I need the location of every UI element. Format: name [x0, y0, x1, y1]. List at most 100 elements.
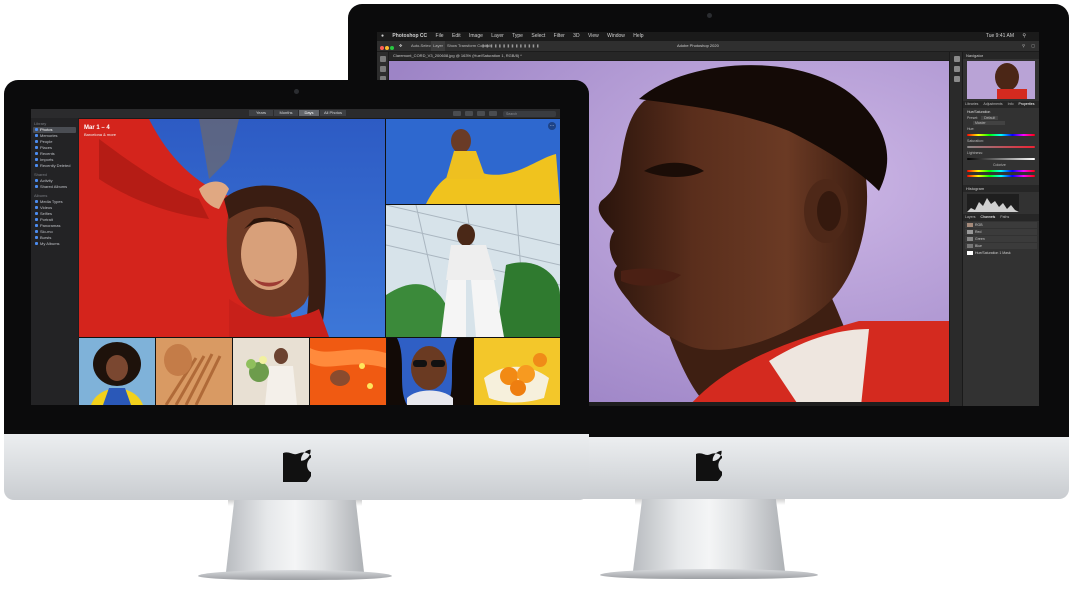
tab-months[interactable]: Months [274, 110, 298, 116]
move-tool-icon[interactable] [379, 56, 386, 62]
tab-channels[interactable]: Channels [981, 215, 996, 219]
menu-edit[interactable]: Edit [452, 33, 461, 39]
minimize-button[interactable] [385, 46, 390, 50]
photos-sidebar: Library Photos Memories People Places Recents… [31, 118, 78, 405]
navigator-panel-title[interactable]: Navigator [963, 52, 1039, 59]
channel-name: Blue [975, 244, 983, 248]
photos-toolbar: Years Months Days All Photos Search [31, 109, 560, 124]
sidebar-item-icon [35, 158, 38, 161]
photo-tile[interactable] [156, 338, 232, 405]
photo-greenhouse [386, 205, 560, 337]
menu-filter[interactable]: Filter [554, 33, 565, 39]
menu-file[interactable]: File [436, 33, 444, 39]
master-dropdown[interactable]: Master [973, 121, 1005, 125]
photo-tile[interactable] [474, 338, 560, 405]
menu-help[interactable]: Help [633, 33, 643, 39]
history-panel-icon[interactable] [953, 56, 960, 62]
sidebar-item-label: Recents [40, 151, 55, 156]
menu-window[interactable]: Window [607, 33, 625, 39]
saturation-slider[interactable] [967, 146, 1035, 148]
imac-right-foot [600, 569, 818, 579]
menu-image[interactable]: Image [469, 33, 483, 39]
menu-type[interactable]: Type [512, 33, 523, 39]
zoom-button[interactable] [390, 46, 395, 50]
close-button[interactable] [380, 46, 384, 50]
channel-name: Red [975, 230, 982, 234]
sidebar-item-label: Photos [40, 127, 53, 132]
lightness-slider[interactable] [967, 158, 1035, 160]
preset-label: Preset: [967, 116, 979, 120]
move-tool-icon[interactable]: ✥ [399, 41, 402, 51]
tab-paths[interactable]: Paths [1000, 215, 1009, 219]
tab-libraries[interactable]: Libraries [965, 102, 978, 106]
menu-view[interactable]: View [588, 33, 599, 39]
channel-row[interactable]: Hue/Saturation 1 Mask [965, 250, 1037, 256]
photo-tile[interactable] [386, 205, 560, 337]
ps-search-icon[interactable]: ⚲ [1022, 41, 1025, 51]
marquee-tool-icon[interactable] [379, 66, 386, 72]
photo-tile[interactable] [310, 338, 386, 405]
sidebar-item-label: Portrait [40, 217, 53, 222]
tab-layers[interactable]: Layers [965, 215, 976, 219]
channel-row[interactable]: RGB [965, 222, 1037, 228]
sidebar-item-icon [35, 134, 38, 137]
tab-properties[interactable]: Properties [1019, 102, 1035, 106]
imac-left-camera [294, 89, 299, 94]
menu-3d[interactable]: 3D [573, 33, 579, 39]
ps-right-panels: Navigator Libraries Adjustments Info Pro… [962, 52, 1039, 406]
workspace-icon[interactable]: ▢ [1031, 41, 1035, 51]
photo-orange-fabric [310, 338, 386, 405]
photos-grid: Mar 1 – 4 Barcelona & more ⋯ [79, 119, 560, 405]
preset-dropdown[interactable]: Default [981, 116, 999, 120]
ps-app-menu[interactable]: Photoshop CC [392, 33, 427, 39]
sidebar-item-icon [35, 146, 38, 149]
sidebar-item-recently-deleted[interactable]: Recently Deleted [33, 163, 76, 169]
channel-row[interactable]: Green [965, 236, 1037, 242]
sidebar-item-label: Memories [40, 133, 58, 138]
ps-document-tab[interactable]: Claremont_CORD_V3_200608.jpg @ 163% (Hue… [389, 52, 949, 60]
sidebar-item-shared-albums[interactable]: Shared Albums [33, 184, 76, 190]
apple-menu-icon[interactable]: ● [381, 33, 384, 39]
menu-select[interactable]: Select [531, 33, 545, 39]
hero-photo-tile[interactable]: Mar 1 – 4 Barcelona & more [79, 119, 385, 337]
tab-all-photos[interactable]: All Photos [320, 110, 346, 116]
actions-panel-icon[interactable] [953, 66, 960, 72]
sidebar-section-header: Albums [34, 193, 48, 198]
info-button[interactable] [453, 111, 461, 116]
favorite-button[interactable] [477, 111, 485, 116]
photo-flowers [233, 338, 309, 405]
channel-row[interactable]: Blue [965, 243, 1037, 249]
sidebar-item-label: Imports [40, 157, 54, 162]
photo-shadow-face [156, 338, 232, 405]
sidebar-item-icon [35, 128, 38, 131]
brushes-panel-icon[interactable] [953, 76, 960, 82]
align-icons[interactable]: ▮▮▮▮▮▮▮▮▮▮▮▮▮▮ [482, 41, 541, 51]
histogram-panel-title[interactable]: Histogram [963, 185, 1039, 192]
rotate-button[interactable] [489, 111, 497, 116]
search-input[interactable]: Search [503, 110, 556, 117]
tab-info[interactable]: Info [1008, 102, 1014, 106]
more-options-icon[interactable]: ⋯ [548, 122, 556, 130]
menubar-search-icon[interactable]: ⚲ [1022, 32, 1026, 41]
imac-right-camera [707, 13, 712, 18]
sidebar-item-label: Bursts [40, 235, 52, 240]
photo-tile[interactable] [79, 338, 155, 405]
tab-years[interactable]: Years [249, 110, 273, 116]
tab-adjustments[interactable]: Adjustments [983, 102, 1002, 106]
menu-layer[interactable]: Layer [491, 33, 504, 39]
photo-tile[interactable] [387, 338, 473, 405]
channel-thumb [967, 237, 973, 242]
photo-oranges [474, 338, 560, 405]
sidebar-item-my-albums[interactable]: My Albums [33, 241, 76, 247]
hue-slider[interactable] [967, 134, 1035, 136]
auto-select-label: Auto-Select: [411, 43, 433, 48]
sidebar-item-icon [35, 140, 38, 143]
navigator-thumbnail[interactable] [967, 61, 1035, 99]
tab-days[interactable]: Days [299, 110, 319, 116]
photo-tile[interactable]: ⋯ [386, 119, 560, 204]
colorize-checkbox[interactable]: Colorize [993, 163, 1035, 167]
share-button[interactable] [465, 111, 473, 116]
channel-row[interactable]: Red [965, 229, 1037, 235]
auto-select-dropdown[interactable]: Layer [431, 41, 446, 51]
photo-tile[interactable] [233, 338, 309, 405]
